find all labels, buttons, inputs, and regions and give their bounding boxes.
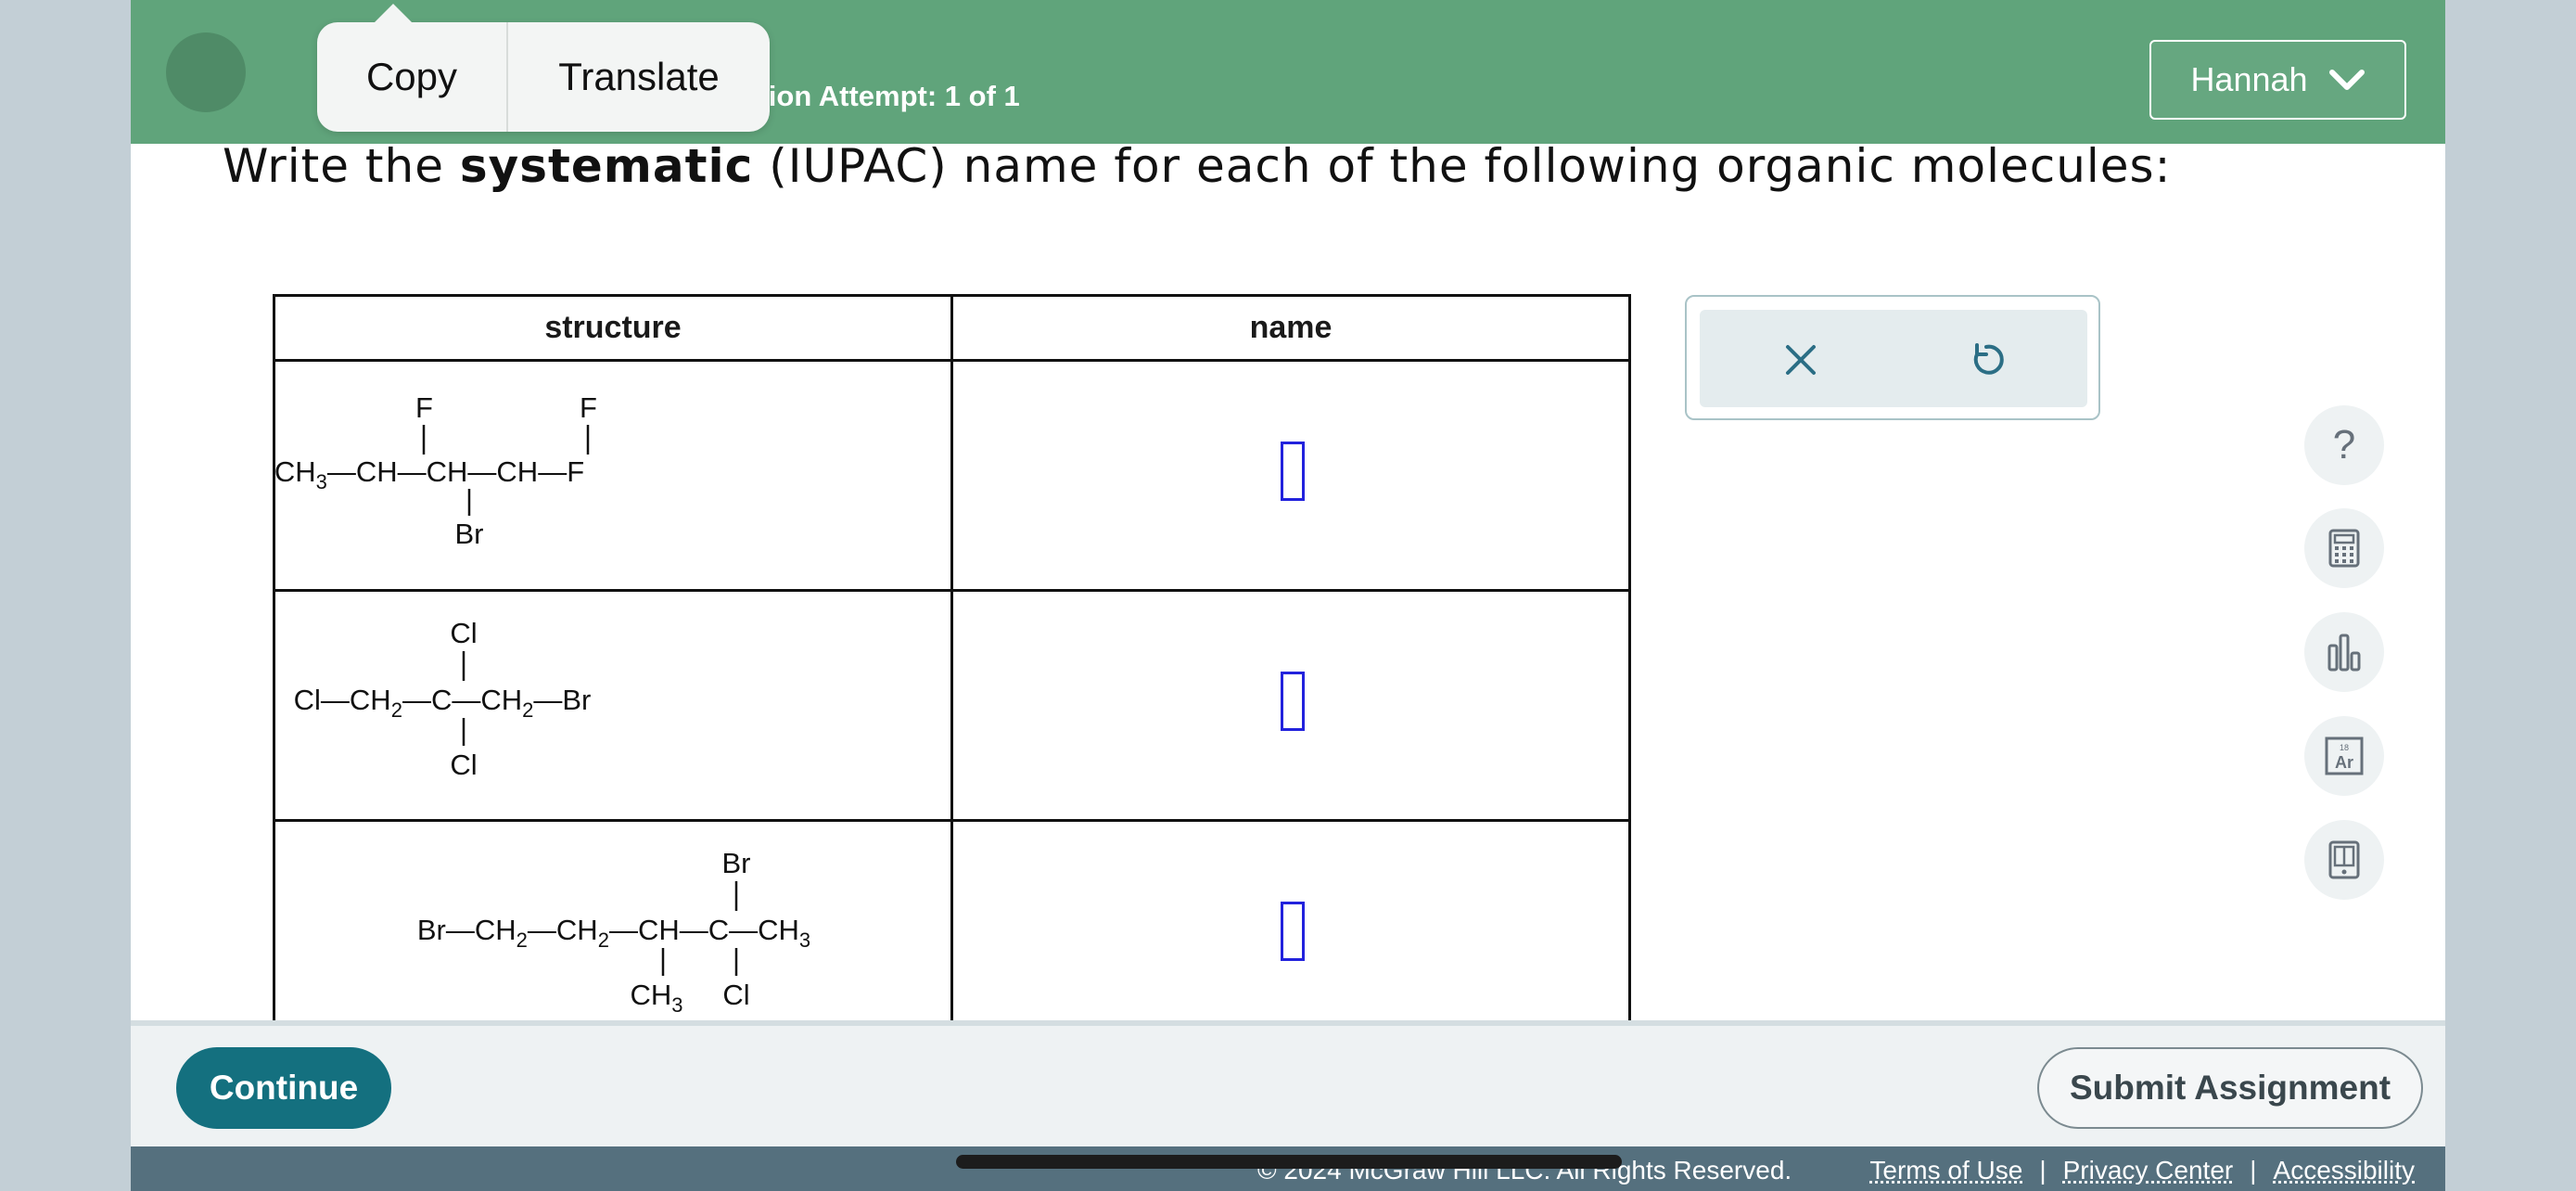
structure-cell-1: F F CH3—CH—CH—CH—F Br — [273, 359, 953, 592]
prompt-text-start: Write the — [223, 139, 460, 193]
answer-input-1[interactable] — [1281, 442, 1305, 501]
svg-text:CH3: CH3 — [630, 979, 682, 1017]
svg-text:Br: Br — [722, 847, 751, 879]
text-selection-menu: Copy Translate — [317, 4, 770, 132]
question-table: structure name F F CH3—CH—CH—CH—F Br Cl … — [273, 294, 1631, 1052]
structure-cell-2: Cl Cl—CH2—C—CH2—Br Cl — [273, 589, 953, 822]
calculator-button[interactable] — [2304, 508, 2384, 588]
home-indicator[interactable] — [956, 1155, 1622, 1169]
svg-text:Cl—CH2—C—CH2—Br: Cl—CH2—C—CH2—Br — [294, 684, 592, 722]
continue-button[interactable]: Continue — [176, 1047, 391, 1129]
user-menu-button[interactable]: Hannah — [2149, 40, 2406, 120]
column-header-name: name — [950, 294, 1631, 362]
legal-footer: © 2024 McGraw Hill LLC. All Rights Reser… — [131, 1146, 2445, 1191]
undo-button-icon[interactable] — [1964, 338, 2009, 382]
svg-text:Cl: Cl — [722, 979, 749, 1011]
molecule-structure-1: F F CH3—CH—CH—CH—F Br — [274, 391, 597, 550]
molecule-structure-3: Br Br—CH2—CH2—CH—C—CH3 CH3 Cl — [417, 847, 810, 1017]
ebook-reader-icon — [2328, 840, 2360, 879]
action-bar: Continue Submit Assignment — [131, 1020, 2445, 1146]
periodic-symbol: Ar — [2335, 753, 2353, 772]
help-button[interactable]: ? — [2304, 405, 2384, 485]
app-window: t) | Question Attempt: 1 of 1 Hannah Cop… — [131, 0, 2445, 1191]
separator: | — [2039, 1156, 2047, 1185]
accessibility-link[interactable]: Accessibility — [2274, 1156, 2415, 1185]
svg-text:F: F — [415, 391, 433, 424]
help-icon: ? — [2332, 422, 2356, 467]
answer-input-3[interactable] — [1281, 902, 1305, 961]
molecule-structure-2: Cl Cl—CH2—C—CH2—Br Cl — [294, 617, 592, 781]
translate-menu-item[interactable]: Translate — [508, 22, 770, 132]
svg-text:Br: Br — [455, 518, 484, 550]
copy-menu-item[interactable]: Copy — [317, 22, 508, 132]
periodic-table-button[interactable]: 18 Ar — [2304, 716, 2384, 796]
prompt-text-end: (IUPAC) name for each of the following o… — [753, 139, 2172, 193]
svg-text:F: F — [580, 391, 597, 424]
chain-text-1: CH3—CH—CH—CH—F — [275, 455, 584, 493]
periodic-number: 18 — [2340, 743, 2349, 752]
structure-cell-3: Br Br—CH2—CH2—CH—C—CH3 CH3 Cl — [273, 819, 953, 1052]
bar-chart-icon — [2327, 634, 2361, 672]
question-prompt: Write the systematic (IUPAC) name for ea… — [223, 139, 2171, 193]
answer-cell-1 — [950, 359, 1631, 592]
user-name: Hannah — [2190, 60, 2308, 98]
answer-toolbar — [1685, 295, 2100, 420]
clear-button-close-icon[interactable] — [1779, 338, 1823, 382]
svg-text:Cl: Cl — [450, 749, 477, 781]
terms-of-use-link[interactable]: Terms of Use — [1869, 1156, 2022, 1185]
periodic-table-icon: 18 Ar — [2325, 736, 2364, 775]
column-header-structure: structure — [273, 294, 953, 362]
svg-text:Br—CH2—CH2—CH—C—CH3: Br—CH2—CH2—CH—C—CH3 — [417, 914, 810, 952]
ebook-button[interactable] — [2304, 820, 2384, 900]
separator: | — [2250, 1156, 2257, 1185]
answer-cell-3 — [950, 819, 1631, 1052]
answer-toolbar-inner — [1700, 310, 2087, 407]
submit-assignment-button[interactable]: Submit Assignment — [2037, 1047, 2423, 1129]
answer-input-2[interactable] — [1281, 672, 1305, 731]
menu-button[interactable] — [166, 32, 246, 112]
calculator-icon — [2328, 529, 2360, 568]
privacy-center-link[interactable]: Privacy Center — [2063, 1156, 2234, 1185]
answer-cell-2 — [950, 589, 1631, 822]
svg-text:Cl: Cl — [450, 617, 477, 649]
chevron-down-icon — [2328, 70, 2365, 90]
prompt-bold-word: systematic — [459, 139, 754, 193]
graph-button[interactable] — [2304, 612, 2384, 692]
footer-links: Terms of Use | Privacy Center | Accessib… — [1869, 1156, 2415, 1185]
